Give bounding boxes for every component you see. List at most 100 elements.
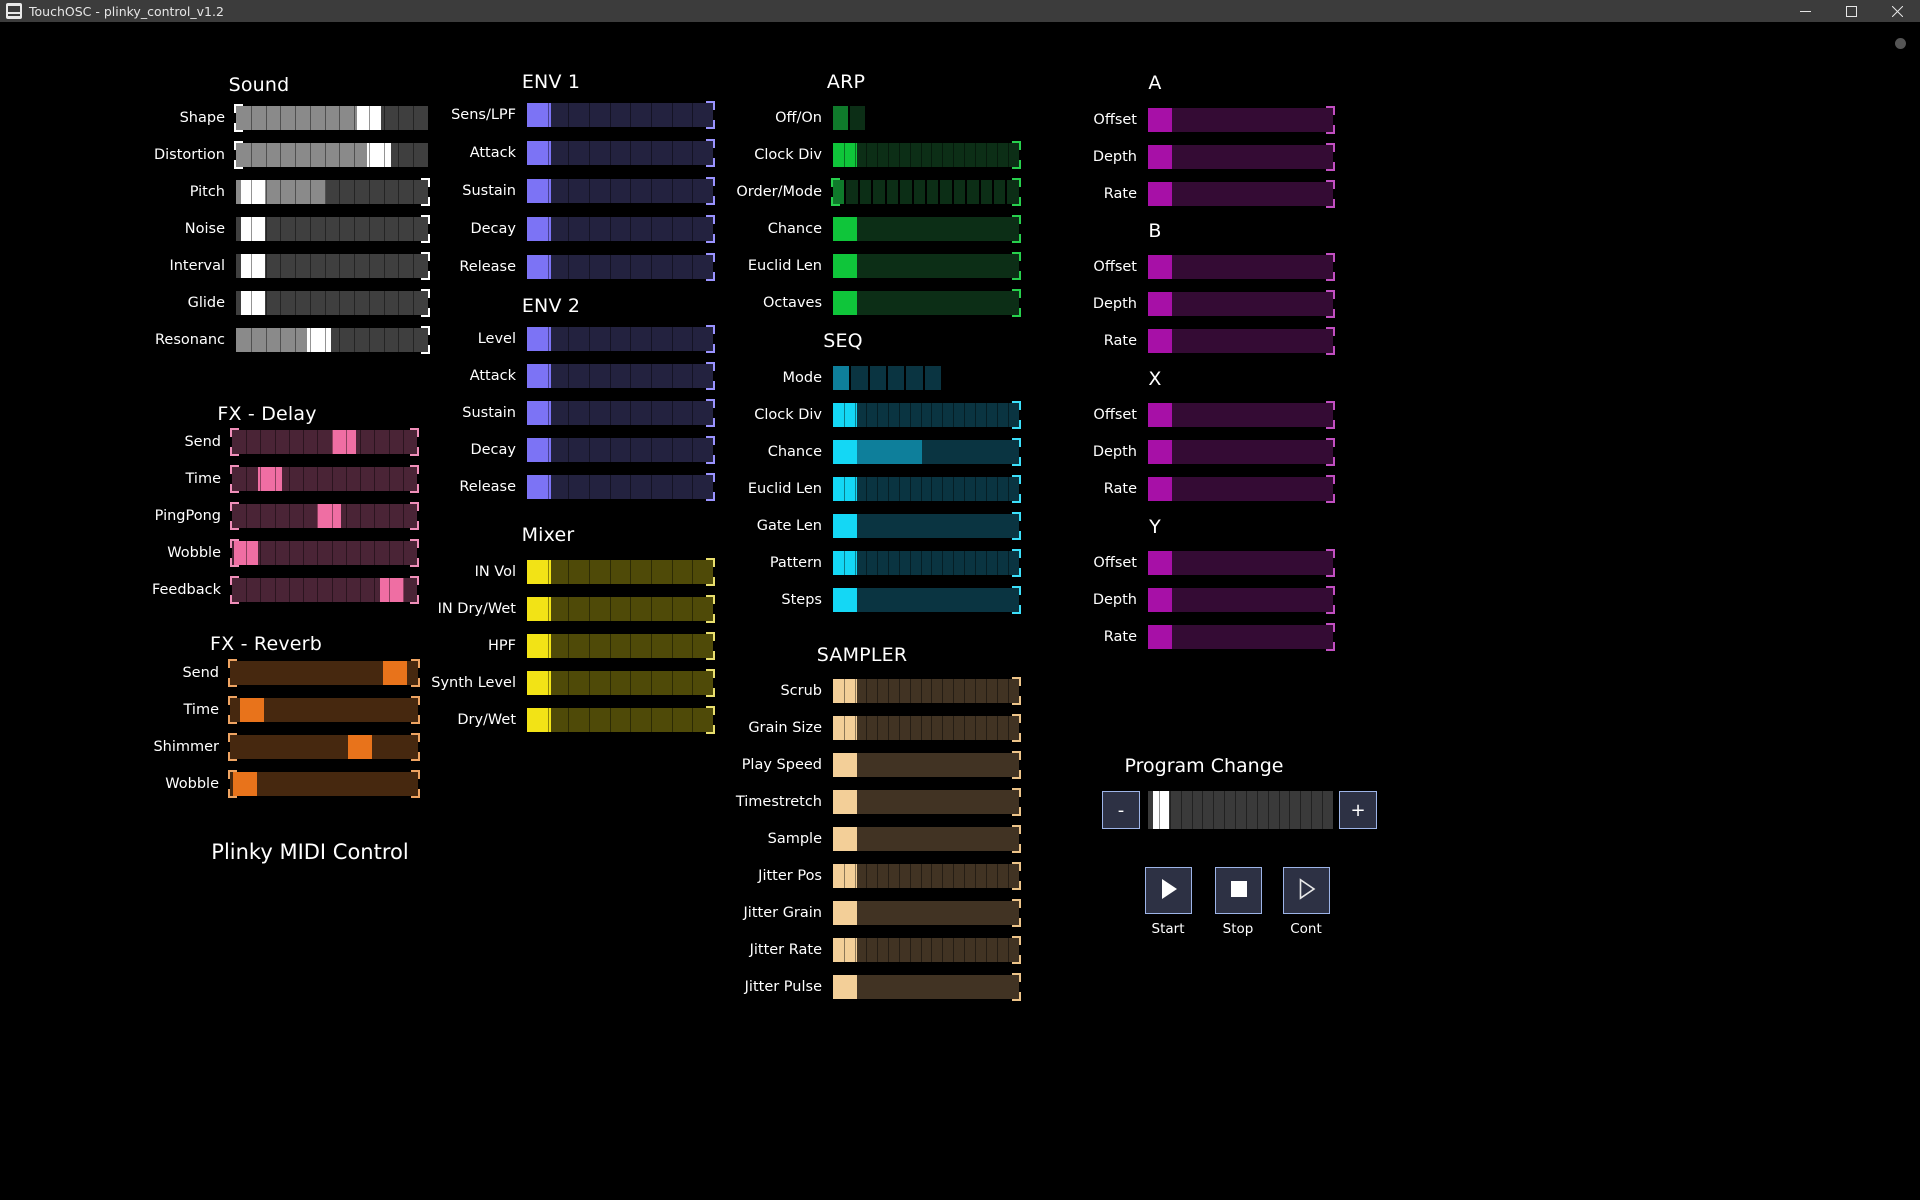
fader-thumb[interactable] — [233, 772, 257, 796]
program-change-fader[interactable] — [1148, 791, 1333, 829]
program-change-decrement-button[interactable]: - — [1102, 791, 1140, 829]
fader-thumb[interactable] — [241, 291, 265, 315]
fader-mod-x-0[interactable] — [1148, 403, 1333, 427]
fader-fx-delay-4[interactable] — [232, 578, 417, 602]
fader-mod-b-1[interactable] — [1148, 292, 1333, 316]
fader-thumb[interactable] — [833, 440, 857, 464]
fader-mixer-1[interactable] — [527, 597, 713, 621]
segment[interactable] — [869, 366, 886, 390]
fader-fx-delay-2[interactable] — [232, 504, 417, 528]
fader-fx-reverb-0[interactable] — [230, 661, 418, 685]
fader-thumb[interactable] — [1148, 145, 1172, 169]
fader-thumb[interactable] — [348, 735, 372, 759]
segment[interactable] — [887, 366, 905, 390]
fader-thumb[interactable] — [357, 106, 381, 130]
segment[interactable] — [940, 180, 952, 204]
fader-thumb[interactable] — [1148, 329, 1172, 353]
fader-thumb[interactable] — [1148, 440, 1172, 464]
segment[interactable] — [873, 180, 885, 204]
fader-thumb[interactable] — [241, 254, 265, 278]
fader-thumb[interactable] — [833, 291, 857, 315]
fader-thumb[interactable] — [527, 475, 551, 499]
fader-fx-reverb-3[interactable] — [230, 772, 418, 796]
fader-arp-1[interactable] — [833, 143, 1019, 167]
fader-env1-4[interactable] — [527, 255, 713, 279]
fader-seq-3[interactable] — [833, 477, 1019, 501]
fader-thumb[interactable] — [527, 560, 551, 584]
segmented-control-arp-0[interactable] — [833, 106, 865, 130]
fader-thumb[interactable] — [833, 143, 857, 167]
fader-sampler-4[interactable] — [833, 827, 1019, 851]
fader-mod-x-1[interactable] — [1148, 440, 1333, 464]
segment[interactable] — [1007, 180, 1019, 204]
segmented-control-arp-2[interactable] — [833, 180, 1019, 204]
fader-thumb[interactable] — [240, 698, 264, 722]
segment[interactable] — [833, 180, 845, 204]
fader-mod-b-2[interactable] — [1148, 329, 1333, 353]
fader-thumb[interactable] — [234, 541, 258, 565]
fader-fx-delay-1[interactable] — [232, 467, 417, 491]
fader-mod-a-0[interactable] — [1148, 108, 1333, 132]
segment[interactable] — [953, 180, 966, 204]
fader-thumb[interactable] — [833, 864, 857, 888]
fader-thumb[interactable] — [527, 401, 551, 425]
fader-sampler-5[interactable] — [833, 864, 1019, 888]
segment[interactable] — [851, 366, 868, 390]
fader-arp-3[interactable] — [833, 217, 1019, 241]
fader-fx-delay-0[interactable] — [232, 430, 417, 454]
fader-thumb[interactable] — [833, 588, 857, 612]
fader-env2-3[interactable] — [527, 438, 713, 462]
maximize-icon[interactable] — [1828, 0, 1874, 22]
fader-fx-reverb-1[interactable] — [230, 698, 418, 722]
fader-thumb[interactable] — [527, 179, 551, 203]
fader-seq-5[interactable] — [833, 551, 1019, 575]
fader-mixer-3[interactable] — [527, 671, 713, 695]
segment[interactable] — [846, 180, 858, 204]
fader-env1-2[interactable] — [527, 179, 713, 203]
fader-arp-4[interactable] — [833, 254, 1019, 278]
fader-thumb[interactable] — [1148, 292, 1172, 316]
fader-mod-y-2[interactable] — [1148, 625, 1333, 649]
fader-thumb[interactable] — [527, 103, 551, 127]
fader-thumb[interactable] — [833, 716, 857, 740]
segment[interactable] — [994, 180, 1006, 204]
fader-thumb[interactable] — [1148, 477, 1172, 501]
fader-env2-2[interactable] — [527, 401, 713, 425]
fader-thumb[interactable] — [527, 327, 551, 351]
fader-thumb[interactable] — [527, 671, 551, 695]
fader-fx-reverb-2[interactable] — [230, 735, 418, 759]
fader-thumb[interactable] — [833, 477, 857, 501]
fader-mixer-4[interactable] — [527, 708, 713, 732]
fader-thumb[interactable] — [833, 827, 857, 851]
fader-thumb[interactable] — [527, 597, 551, 621]
fader-thumb[interactable] — [833, 254, 857, 278]
fader-env2-0[interactable] — [527, 327, 713, 351]
segmented-control-seq-0[interactable] — [833, 366, 941, 390]
fader-env2-4[interactable] — [527, 475, 713, 499]
fader-thumb[interactable] — [527, 217, 551, 241]
fader-thumb[interactable] — [833, 938, 857, 962]
transport-start-button[interactable] — [1145, 867, 1192, 914]
fader-seq-4[interactable] — [833, 514, 1019, 538]
fader-thumb[interactable] — [367, 143, 391, 167]
minimize-icon[interactable] — [1782, 0, 1828, 22]
segment[interactable] — [849, 106, 865, 130]
transport-cont-button[interactable] — [1283, 867, 1330, 914]
fader-thumb[interactable] — [307, 328, 331, 352]
fader-thumb[interactable] — [833, 790, 857, 814]
segment[interactable] — [980, 180, 993, 204]
fader-thumb[interactable] — [527, 141, 551, 165]
fader-thumb[interactable] — [317, 504, 341, 528]
fader-mod-a-2[interactable] — [1148, 182, 1333, 206]
fader-thumb[interactable] — [1148, 551, 1172, 575]
fader-thumb[interactable] — [527, 438, 551, 462]
fader-env1-1[interactable] — [527, 141, 713, 165]
fader-sampler-7[interactable] — [833, 938, 1019, 962]
fader-thumb[interactable] — [380, 578, 404, 602]
fader-arp-5[interactable] — [833, 291, 1019, 315]
segment[interactable] — [924, 366, 941, 390]
fader-mod-y-0[interactable] — [1148, 551, 1333, 575]
segment[interactable] — [833, 366, 850, 390]
program-change-thumb[interactable] — [1153, 791, 1169, 829]
close-icon[interactable] — [1874, 0, 1920, 22]
